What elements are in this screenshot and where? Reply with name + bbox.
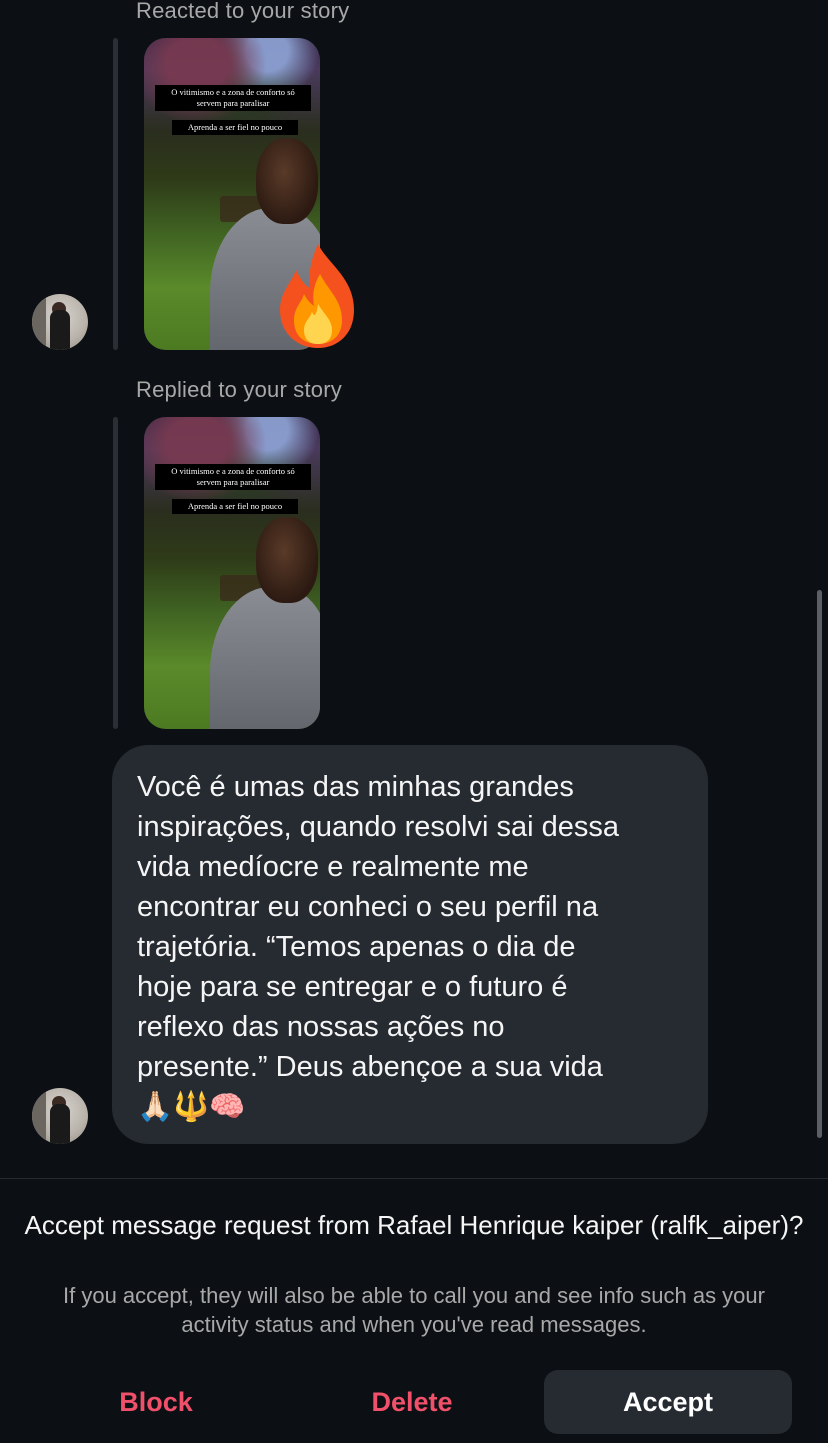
story-caption-main: O vitimismo e a zona de conforto só serv… <box>155 464 311 490</box>
scrollbar[interactable] <box>817 590 822 1138</box>
avatar-door <box>32 1088 46 1144</box>
story-caption-main: O vitimismo e a zona de conforto só serv… <box>155 85 311 111</box>
divider <box>0 1178 828 1179</box>
story-caption-sub: Aprenda a ser fiel no pouco <box>172 120 298 135</box>
story-person-head <box>256 138 318 224</box>
request-title: Accept message request from Rafael Henri… <box>24 1210 804 1240</box>
story-reaction-label: Reacted to your story <box>136 0 350 23</box>
story-caption-sub: Aprenda a ser fiel no pouco <box>172 499 298 514</box>
sender-avatar[interactable] <box>32 294 88 350</box>
block-button[interactable]: Block <box>40 1370 272 1434</box>
story-reply-label: Replied to your story <box>136 377 342 402</box>
delete-button[interactable]: Delete <box>296 1370 528 1434</box>
story-person-body <box>210 587 320 729</box>
story-thumbnail-replied[interactable]: O vitimismo e a zona de conforto só serv… <box>144 417 320 729</box>
reply-indicator-bar <box>113 38 118 350</box>
avatar-figure <box>50 310 70 350</box>
request-subtitle: If you accept, they will also be able to… <box>63 1283 765 1337</box>
accept-button[interactable]: Accept <box>544 1370 792 1434</box>
message-bubble[interactable]: Você é umas das minhas grandes inspiraçõ… <box>112 745 708 1144</box>
sender-avatar[interactable] <box>32 1088 88 1144</box>
story-person-head <box>256 517 318 603</box>
fire-reaction-icon <box>270 240 366 352</box>
avatar-door <box>32 294 46 350</box>
reply-indicator-bar <box>113 417 118 729</box>
message-text: Você é umas das minhas grandes inspiraçõ… <box>137 771 619 1123</box>
avatar-figure <box>50 1104 70 1144</box>
